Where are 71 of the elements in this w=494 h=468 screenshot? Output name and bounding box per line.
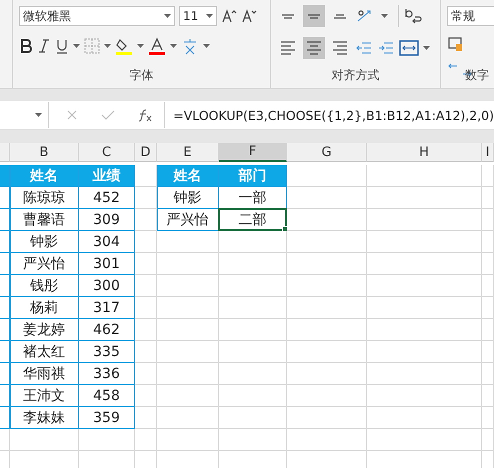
column-header[interactable]: E [157, 143, 219, 162]
align-left-icon [281, 41, 295, 55]
group-label: 对齐方式 [332, 67, 380, 84]
caret-icon [164, 14, 171, 18]
caret-icon [423, 46, 430, 50]
cancel-icon[interactable] [66, 109, 78, 121]
column-header[interactable]: B [10, 143, 79, 162]
column-header[interactable]: D [135, 143, 157, 162]
table-cell[interactable]: 304 [79, 231, 135, 253]
align-button[interactable] [303, 5, 325, 27]
table-cell[interactable]: 褚太红 [10, 341, 79, 363]
align-top-icon [282, 14, 294, 18]
caret-icon [104, 44, 111, 48]
font-size-field[interactable]: 11 [179, 6, 217, 26]
wrap-text-icon[interactable] [403, 6, 423, 26]
group-label: 字体 [130, 67, 154, 84]
table-cell[interactable]: 钟影 [10, 231, 79, 253]
column-header[interactable]: H [367, 143, 482, 162]
border-icon[interactable] [84, 38, 100, 54]
bold-icon[interactable] [19, 38, 33, 54]
table-cell[interactable]: 陈琼琼 [10, 187, 79, 209]
column-header[interactable]: I [482, 143, 494, 162]
table-cell[interactable]: 359 [79, 407, 135, 429]
merge-cells-icon[interactable] [399, 39, 419, 57]
table-cell[interactable]: 317 [79, 297, 135, 319]
column-header[interactable]: F [219, 143, 287, 162]
grow-font-icon[interactable] [221, 8, 237, 24]
align-right-icon [333, 41, 347, 55]
shrink-font-icon[interactable] [241, 8, 257, 24]
align-middle-icon [308, 14, 320, 18]
table-cell[interactable]: 王沛文 [10, 385, 79, 407]
table-cell[interactable]: 严兴怡 [10, 253, 79, 275]
caret-icon [203, 44, 210, 48]
table-cell[interactable]: 姜龙婷 [10, 319, 79, 341]
caret-icon [206, 14, 213, 18]
table-cell[interactable]: 钟影 [157, 187, 219, 209]
group-label: 数字 [465, 67, 489, 84]
font-color-icon[interactable] [148, 37, 166, 55]
underline-icon[interactable] [55, 38, 69, 54]
table-cell[interactable]: 钱彤 [10, 275, 79, 297]
table-cell[interactable]: 301 [79, 253, 135, 275]
column-header[interactable]: G [287, 143, 367, 162]
table-cell[interactable]: 李妹妹 [10, 407, 79, 429]
table-cell[interactable]: 二部 [219, 209, 287, 231]
align-center-icon [307, 41, 321, 55]
check-icon[interactable] [100, 109, 115, 121]
caret-icon [137, 44, 144, 48]
table-cell[interactable]: 杨莉 [10, 297, 79, 319]
table-cell[interactable]: 335 [79, 341, 135, 363]
table-cell[interactable]: 462 [79, 319, 135, 341]
function-icon[interactable] [137, 108, 154, 122]
table-cell[interactable]: 严兴怡 [157, 209, 219, 231]
table-cell[interactable]: 452 [79, 187, 135, 209]
fill-color-icon[interactable] [115, 37, 133, 55]
align-button[interactable] [303, 37, 325, 59]
column-header[interactable]: C [79, 143, 135, 162]
table-cell[interactable]: 309 [79, 209, 135, 231]
align-bottom-icon [334, 14, 346, 18]
table-cell[interactable]: 336 [79, 363, 135, 385]
caret-icon [381, 14, 388, 18]
table-cell[interactable]: 曹馨语 [10, 209, 79, 231]
caret-icon [73, 44, 80, 48]
number-format-field[interactable]: 常规 [447, 6, 494, 26]
table-cell[interactable]: 458 [79, 385, 135, 407]
font-name-field[interactable]: 微软雅黑 [19, 6, 175, 26]
caret-icon [170, 44, 177, 48]
column-header[interactable] [0, 143, 10, 162]
table-cell[interactable]: 300 [79, 275, 135, 297]
table-cell[interactable]: 华雨祺 [10, 363, 79, 385]
caret-icon [34, 113, 42, 117]
italic-icon[interactable] [37, 38, 51, 54]
